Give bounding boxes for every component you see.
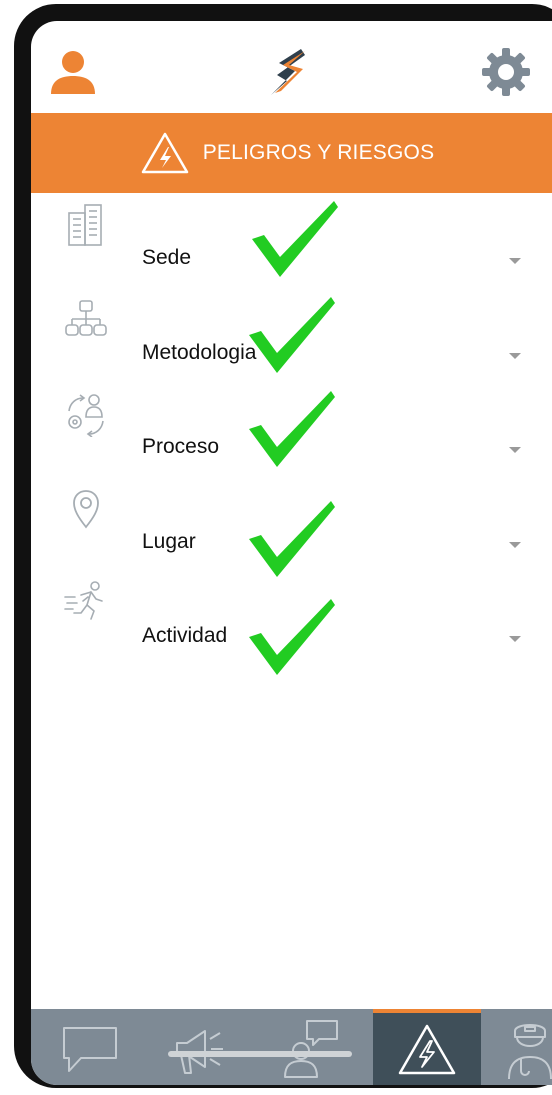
doctor-icon xyxy=(508,1024,552,1080)
user-icon[interactable] xyxy=(49,48,97,96)
person-message-icon xyxy=(284,1020,338,1078)
field-proceso[interactable]: Proceso xyxy=(31,387,552,481)
field-label: Metodologia xyxy=(142,341,257,364)
home-indicator[interactable] xyxy=(168,1051,352,1057)
hierarchy-icon xyxy=(65,300,107,336)
dropdown-caret-icon[interactable] xyxy=(509,258,521,264)
field-metodologia[interactable]: Metodologia xyxy=(31,293,552,387)
dropdown-caret-icon[interactable] xyxy=(509,447,521,453)
section-banner: PELIGROS Y RIESGOS xyxy=(31,113,552,193)
location-pin-icon xyxy=(73,490,99,529)
megaphone-icon xyxy=(176,1030,223,1074)
warning-triangle-icon xyxy=(398,1024,456,1075)
dropdown-caret-icon[interactable] xyxy=(509,542,521,548)
app-screen: PELIGROS Y RIESGOS Sede Metodologia Proc… xyxy=(31,21,552,1085)
field-actividad[interactable]: Actividad xyxy=(31,575,552,669)
top-bar xyxy=(31,21,552,113)
tab-announcements[interactable] xyxy=(147,1009,253,1085)
field-sede[interactable]: Sede xyxy=(31,197,552,291)
bottom-tab-bar xyxy=(31,1009,552,1085)
warning-triangle-icon xyxy=(141,132,188,174)
dropdown-caret-icon[interactable] xyxy=(509,353,521,359)
tab-chat[interactable] xyxy=(39,1009,145,1085)
tab-medical[interactable] xyxy=(489,1009,552,1085)
tab-hazards[interactable] xyxy=(373,1009,481,1085)
building-icon xyxy=(68,204,102,246)
dropdown-caret-icon[interactable] xyxy=(509,636,521,642)
field-label: Sede xyxy=(142,246,192,269)
tab-consultation[interactable] xyxy=(257,1009,363,1085)
running-person-icon xyxy=(64,581,103,620)
field-label: Lugar xyxy=(142,530,196,553)
field-label: Proceso xyxy=(142,435,220,458)
gear-icon[interactable] xyxy=(481,47,531,97)
field-label: Actividad xyxy=(142,624,228,647)
process-cycle-icon xyxy=(68,394,104,437)
brand-logo-icon xyxy=(271,49,305,95)
chat-icon xyxy=(63,1027,117,1072)
field-lugar[interactable]: Lugar xyxy=(31,481,552,575)
page-title: PELIGROS Y RIESGOS xyxy=(202,141,435,164)
